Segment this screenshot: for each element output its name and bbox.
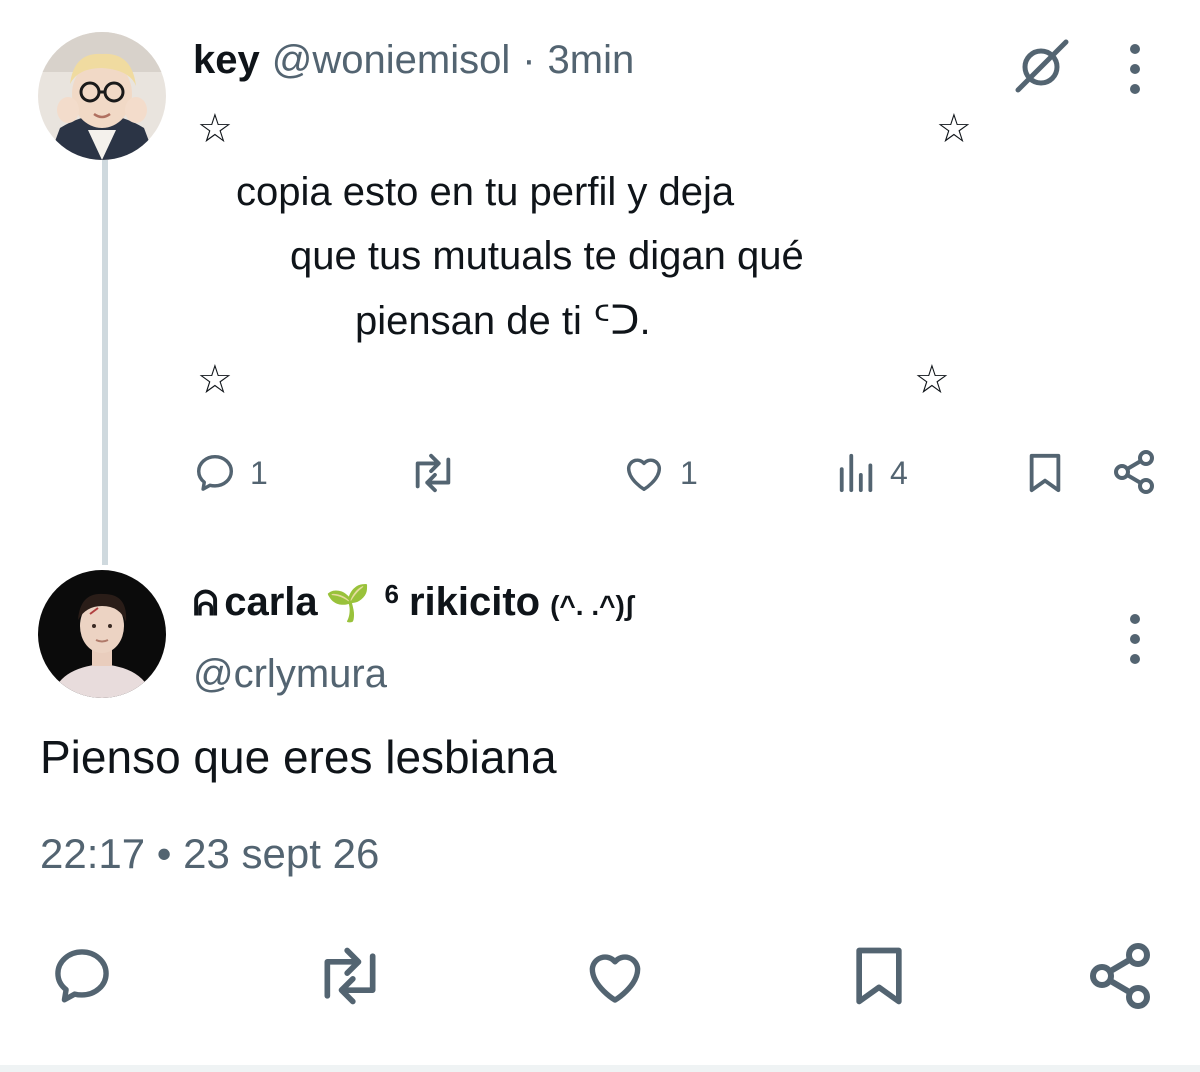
seedling-emoji: 🌱 [325,582,371,623]
share-button[interactable] [1084,940,1156,1017]
more-icon [1130,44,1140,54]
avatar-carla-image [38,570,166,698]
avatar-key[interactable] [38,32,166,160]
header-separator: · [522,38,536,82]
more-icon [1130,614,1140,624]
views-icon [839,453,873,493]
decor-star: ☆ [197,106,233,152]
retweet-action[interactable] [408,450,458,496]
display-name-suffix: rikicito [408,580,541,624]
thread-connector-line [102,160,108,565]
user-handle[interactable]: @crlymura [193,652,387,697]
display-name[interactable]: carla [224,580,317,625]
reply-header: ᕱ carla 🌱 6 rikicito (^. .^)ʃ [193,579,635,625]
reply-button[interactable] [46,942,118,1015]
like-button[interactable] [578,942,652,1015]
retweet-button[interactable] [310,942,390,1015]
bookmark-action[interactable] [1024,450,1066,496]
avatar-key-image [38,32,166,160]
share-icon [1114,450,1154,494]
tweet-timestamp[interactable]: 22:17 • 23 sept 26 [40,830,379,878]
like-count: 1 [680,454,698,491]
bookmark-icon [856,947,902,1005]
retweet-icon [324,947,376,1005]
like-icon [626,458,662,492]
reply-icon [55,949,109,1003]
tweet-text-line-3: piensan de ti ᑦᑐ. [355,299,651,343]
reply-icon [196,454,234,491]
views-count: 4 [890,454,908,491]
reply-count: 1 [250,454,268,491]
tweet-text-line-1: copia esto en tu perfil y deja [236,170,735,214]
decor-star: ☆ [936,106,972,152]
share-action[interactable] [1110,448,1158,496]
like-action[interactable]: 1 [620,450,698,496]
tweet-time[interactable]: 3min [548,38,635,83]
more-button[interactable] [1130,614,1140,664]
retweet-icon [415,453,451,493]
more-button[interactable] [1130,44,1140,94]
bookmark-button[interactable] [846,942,912,1015]
avatar-carla[interactable] [38,570,166,698]
name-prefix-glyph: ᕱ [193,585,219,623]
bottom-divider [0,1065,1200,1072]
user-handle[interactable]: @woniemisol [272,38,510,83]
display-name[interactable]: key [193,38,260,83]
grok-button[interactable] [1014,36,1072,99]
name-superscript: 6 [384,579,399,609]
tweet-text-line-2: que tus mutuals te digan qué [290,234,804,278]
share-icon [1090,943,1150,1009]
grok-icon [1015,39,1069,93]
views-action[interactable]: 4 [836,450,908,496]
tweet-header: key @woniemisol · 3min [193,38,634,83]
reply-text: Pienso que eres lesbiana [40,731,557,783]
kaomoji: (^. .^)ʃ [550,590,635,621]
like-icon [589,954,641,1003]
decor-star: ☆ [197,357,233,403]
reply-action[interactable]: 1 [192,450,268,496]
bookmark-icon [1029,453,1061,493]
decor-star: ☆ [914,357,950,403]
